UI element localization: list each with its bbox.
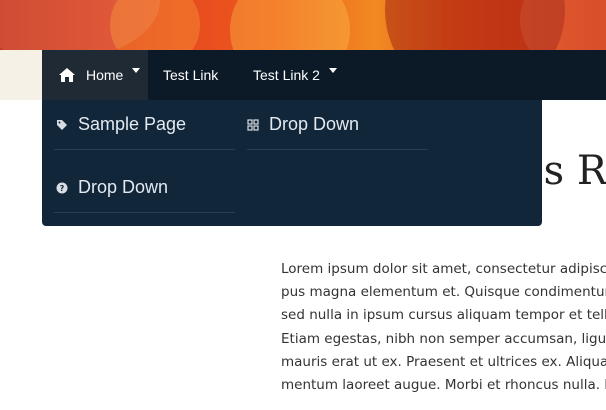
question-circle-icon: ? xyxy=(56,182,68,194)
grid-icon xyxy=(247,118,259,131)
chevron-down-icon xyxy=(132,67,141,73)
nav-item-label: Test Link xyxy=(163,67,219,83)
article-body: Lorem ipsum dolor sit amet, consectetur … xyxy=(281,258,606,397)
home-icon xyxy=(59,68,75,82)
tag-icon xyxy=(56,119,68,131)
header-banner xyxy=(0,0,606,50)
body-line: sed nulla in ipsum cursus aliquam tempor… xyxy=(281,307,606,324)
nav-item-label: Home xyxy=(86,67,124,83)
chevron-down-icon xyxy=(328,67,337,73)
banner-shape xyxy=(230,0,350,50)
dropdown-item-label: Drop Down xyxy=(78,177,169,197)
body-line: Lorem ipsum dolor sit amet, consectetur … xyxy=(281,261,606,277)
body-line: pus magna elementum et. Quisque condimen… xyxy=(281,284,606,301)
dropdown-item-drop-down-2[interactable]: ? Drop Down xyxy=(54,163,235,213)
svg-text:?: ? xyxy=(60,184,65,193)
home-dropdown-menu: Sample Page Drop Down ? Drop Down xyxy=(42,100,542,226)
dropdown-item-label: Sample Page xyxy=(78,114,187,134)
body-line: mentum laoreet augue. Morbi et rhoncus n… xyxy=(281,377,606,394)
nav-item-test-link[interactable]: Test Link xyxy=(163,50,218,100)
dropdown-item-label: Drop Down xyxy=(269,114,360,134)
dropdown-item-drop-down[interactable]: Drop Down xyxy=(247,100,428,150)
nav-item-home[interactable]: Home xyxy=(42,50,148,100)
dropdown-item-sample-page[interactable]: Sample Page xyxy=(54,100,235,150)
page-background-strip xyxy=(0,50,42,100)
body-line: mauris erat ut ex. Praesent et ultrices … xyxy=(281,353,606,370)
banner-shape xyxy=(520,0,606,50)
nav-item-test-link-2[interactable]: Test Link 2 xyxy=(253,50,337,100)
nav-item-label: Test Link 2 xyxy=(253,67,320,83)
main-navbar: Home Test Link Test Link 2 xyxy=(42,50,606,100)
body-line: Etiam egestas, nibh non semper accumsan,… xyxy=(281,330,606,347)
banner-shape xyxy=(110,0,200,50)
